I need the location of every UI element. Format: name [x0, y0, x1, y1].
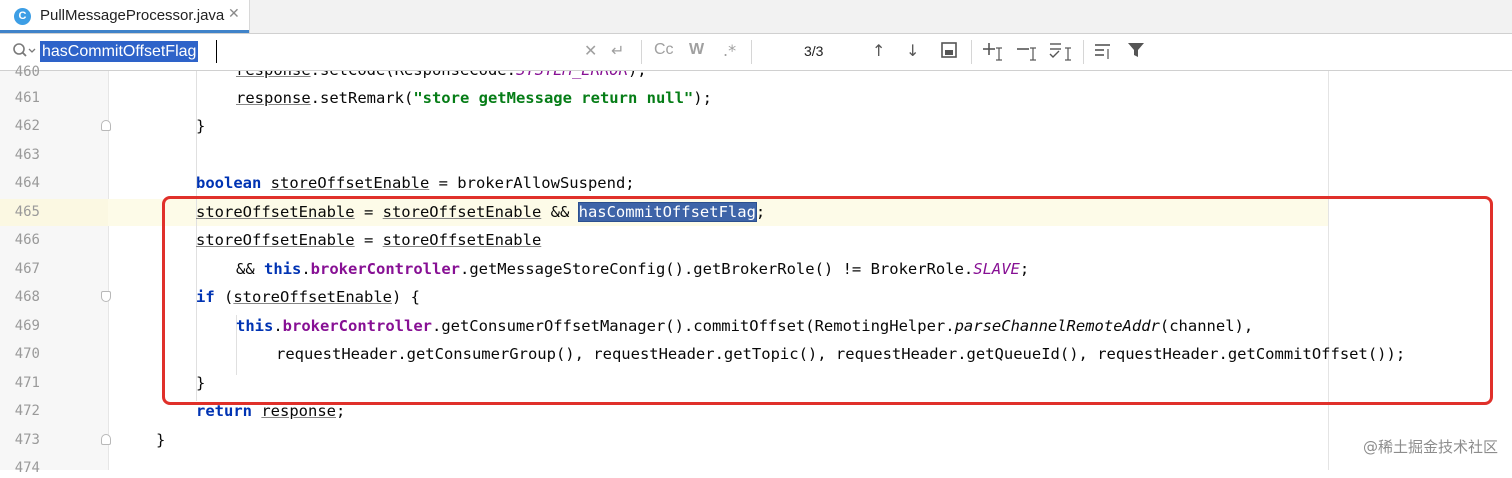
watermark: @稀土掘金技术社区 — [1362, 438, 1498, 456]
annotation-box — [162, 196, 1493, 405]
code-line: boolean storeOffsetEnable = brokerAllowS… — [196, 174, 635, 192]
code-line: response.setCode(ResponseCode.SYSTEM_ERR… — [236, 61, 647, 79]
code-line: } — [156, 431, 166, 449]
code-line: response.setRemark("store getMessage ret… — [236, 89, 712, 107]
code-line: } — [196, 117, 206, 135]
